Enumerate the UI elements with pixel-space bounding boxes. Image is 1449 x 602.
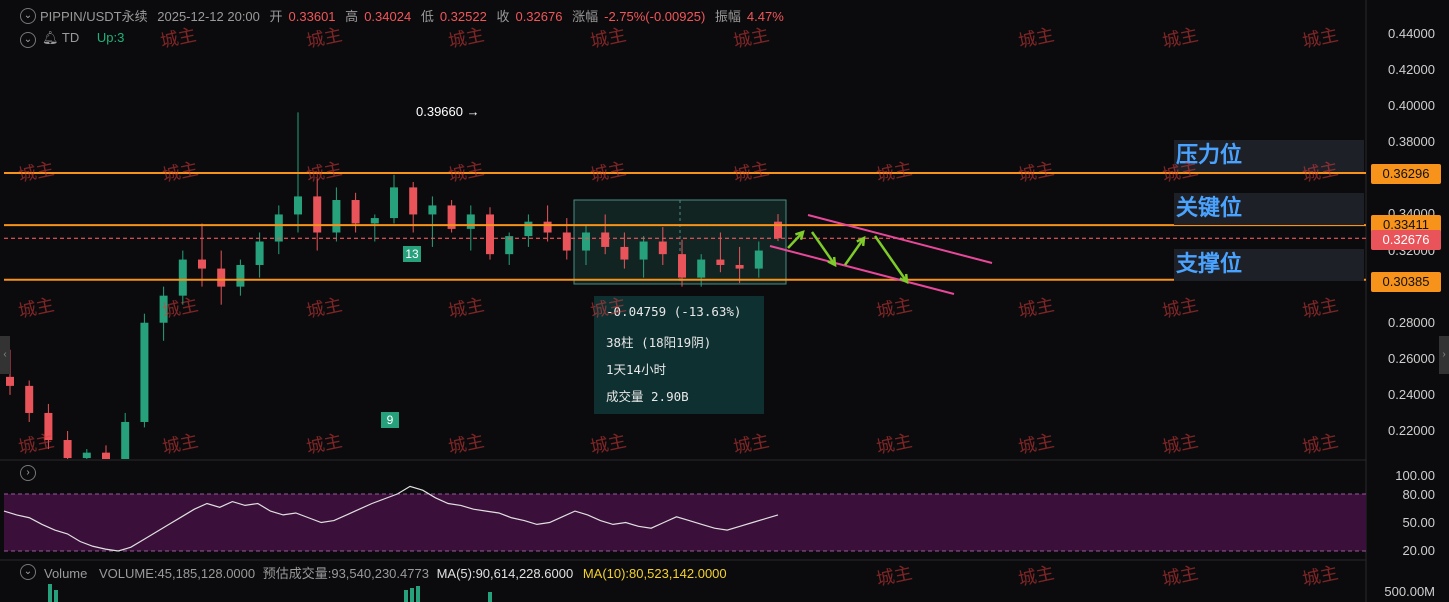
close-value: 0.32676	[515, 9, 563, 24]
volume-label: Volume	[44, 566, 88, 581]
candle-body	[82, 452, 91, 459]
y-tick-label: 0.42000	[1388, 62, 1435, 78]
candle-body	[754, 250, 763, 269]
rsi-band	[4, 494, 1366, 551]
candle-body	[524, 221, 533, 237]
y-tick-label: 0.24000	[1388, 386, 1435, 402]
candle-body	[697, 259, 706, 278]
candle-body	[274, 214, 283, 242]
chart-stage[interactable]: ⌄ PIPPIN/USDT永续 2025-12-12 20:00 开 0.3360…	[0, 0, 1449, 602]
candle-body	[178, 259, 187, 296]
candle-body	[63, 440, 72, 459]
indicator-status: Up:3	[96, 30, 125, 45]
candle-body	[562, 232, 571, 251]
candle-body	[409, 187, 418, 215]
projection-arrow	[843, 237, 866, 266]
datetime-label: 2025-12-12 20:00	[157, 9, 260, 24]
key-zone-label: 关键位	[1174, 193, 1364, 225]
volume-bar	[488, 592, 492, 602]
candle-body	[428, 205, 437, 215]
candle-body	[390, 187, 398, 219]
current-price-tag: 0.32676	[1371, 230, 1441, 250]
measure-volume: 成交量 2.90B	[606, 389, 689, 404]
volume-axis-label: 500.00M	[1384, 584, 1435, 599]
peak-label: 0.39660 →	[416, 104, 480, 119]
bell-icon[interactable]: 🔔︎	[42, 30, 59, 45]
candle-body	[735, 264, 744, 269]
volume-bar	[48, 584, 52, 602]
candle-body	[620, 246, 629, 260]
resistance-price-tag: 0.36296	[1371, 164, 1441, 184]
candle-body	[25, 385, 34, 413]
left-scroll-handle[interactable]: ‹	[0, 336, 10, 374]
candle-body	[294, 196, 302, 215]
measure-duration: 1天14小时	[606, 362, 667, 377]
candle-body	[140, 322, 149, 422]
volume-value: VOLUME:45,185,128.0000	[99, 566, 256, 581]
candle-body	[582, 232, 590, 251]
y-tick-label: 0.44000	[1388, 26, 1435, 41]
candle-body	[198, 259, 206, 269]
close-label: 收	[496, 9, 510, 24]
candle-body	[486, 214, 494, 255]
candle-body	[102, 452, 110, 459]
channel-upper-line	[807, 214, 993, 264]
collapse-icon[interactable]: ⌄	[20, 8, 36, 24]
candle-body	[678, 254, 686, 278]
td-badge-9: 9	[381, 412, 399, 428]
symbol-label: PIPPIN/USDT永续	[40, 9, 148, 24]
channel-lower-line	[769, 245, 955, 295]
collapse-icon[interactable]: ⌄	[20, 564, 36, 580]
y-tick-label: 0.22000	[1388, 423, 1435, 438]
candle-body	[716, 259, 725, 265]
candle-body	[6, 376, 14, 386]
candle-body	[370, 218, 379, 224]
volume-header: Volume VOLUME:45,185,128.0000 预估成交量:93,5…	[44, 563, 727, 582]
volume-bar	[416, 586, 420, 602]
rsi-axis-80: 80.00	[1402, 487, 1435, 502]
indicator-header: 🔔︎ TD Up:3	[42, 30, 124, 46]
collapse-icon[interactable]: ⌄	[20, 32, 36, 48]
rsi-axis-20: 20.00	[1402, 543, 1435, 558]
rsi-axis-50: 50.00	[1402, 515, 1435, 530]
volume-bar	[404, 590, 408, 602]
volume-ma10: MA(10):80,523,142.0000	[582, 566, 727, 581]
candle-body	[658, 241, 667, 255]
support-price-tag: 0.30385	[1371, 272, 1441, 292]
indicator-name: TD	[61, 30, 80, 45]
candle-body	[639, 241, 648, 260]
volume-bar	[54, 590, 58, 602]
candle-body	[351, 200, 360, 224]
candle-body	[121, 421, 130, 459]
candle-body	[466, 214, 475, 229]
volume-estimate: 预估成交量:93,540,230.4773	[262, 566, 429, 581]
y-tick-label: 0.40000	[1388, 98, 1435, 114]
right-scroll-handle[interactable]: ›	[1439, 336, 1449, 374]
candle-body	[313, 196, 322, 233]
collapse-icon[interactable]: ›	[20, 465, 36, 481]
candle-body	[332, 200, 341, 233]
candle-body	[601, 232, 610, 247]
volume-bar	[410, 588, 414, 602]
candle-body	[217, 268, 226, 287]
support-zone-label: 支撑位	[1174, 249, 1364, 281]
low-label: 低	[420, 9, 434, 24]
ohlc-header: PIPPIN/USDT永续 2025-12-12 20:00 开 0.33601 …	[40, 6, 790, 25]
measure-bars: 38柱 (18阳19阴)	[606, 335, 712, 350]
volume-ma5: MA(5):90,614,228.6000	[436, 566, 574, 581]
amplitude-label: 振幅	[714, 9, 741, 24]
change-label: 涨幅	[572, 9, 599, 24]
td-badge-13: 13	[403, 246, 421, 262]
candle-body	[236, 264, 245, 287]
y-tick-label: 0.38000	[1388, 134, 1435, 150]
candle-body	[543, 221, 552, 233]
y-tick-label: 0.26000	[1388, 350, 1435, 366]
candle-body	[255, 241, 264, 265]
open-label: 开	[269, 9, 283, 24]
high-label: 高	[345, 9, 359, 24]
rsi-axis-100: 100.00	[1395, 468, 1435, 483]
high-value: 0.34024	[364, 9, 412, 24]
y-tick-label: 0.28000	[1388, 314, 1435, 330]
